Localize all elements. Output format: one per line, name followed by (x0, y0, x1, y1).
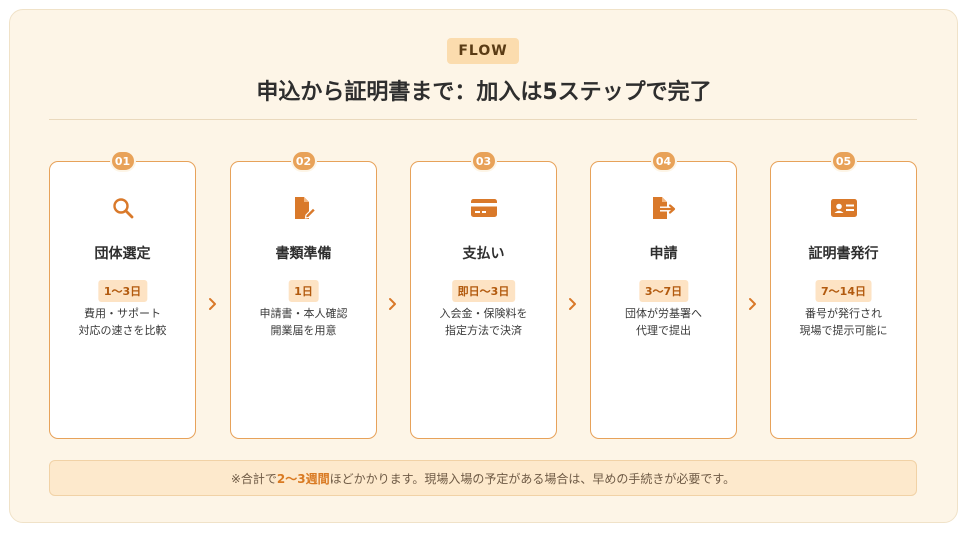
step-description-line: 対応の速さを比較 (78, 324, 167, 337)
id-card-icon (830, 194, 858, 222)
step-description-line: 指定方法で決済 (445, 324, 522, 337)
step-duration-badge: 即日〜3日 (451, 280, 516, 302)
total-time-note: ※合計で 2〜3週間 ほどかかります。現場入場の予定がある場合は、早めの手続きが… (49, 460, 917, 496)
step-description: 団体が労基署へ 代理で提出 (591, 305, 736, 339)
step-duration-badge: 7〜14日 (815, 280, 872, 302)
document-edit-icon (290, 194, 318, 222)
step-number: 02 (290, 150, 317, 172)
search-icon (109, 194, 137, 222)
step-duration-badge: 3〜7日 (638, 280, 689, 302)
file-export-icon (650, 194, 678, 222)
step-description: 入会金・保険料を 指定方法で決済 (411, 305, 556, 339)
chevron-right-icon (747, 296, 759, 312)
step-description-line: 申請書・本人確認 (259, 307, 348, 320)
note-highlight: 2〜3週間 (276, 471, 330, 486)
step-card-1: 01 団体選定 1〜3日 費用・サポート 対応の速さを比較 (49, 150, 196, 439)
step-description-line: 現場で提示可能に (799, 324, 888, 337)
step-card-5: 05 証明書発行 7〜14日 番号が発行され 現場で提示可能に (770, 150, 917, 439)
chevron-right-icon (567, 296, 579, 312)
step-card-3: 03 支払い 即日〜3日 入会金・保険料を 指定方法で決済 (410, 150, 557, 439)
chevron-right-icon (207, 296, 219, 312)
divider (49, 119, 917, 120)
note-suffix: ほどかかります。現場入場の予定がある場合は、早めの手続きが必要です。 (329, 471, 736, 486)
step-number: 04 (650, 150, 677, 172)
step-description-line: 団体が労基署へ (625, 307, 702, 320)
step-description: 費用・サポート 対応の速さを比較 (50, 305, 195, 339)
step-description-line: 開業届を用意 (270, 324, 337, 337)
note-prefix: ※合計で (230, 471, 277, 486)
step-description-line: 番号が発行され (805, 307, 882, 320)
step-description: 番号が発行され 現場で提示可能に (771, 305, 916, 339)
step-number: 01 (109, 150, 136, 172)
step-number: 05 (830, 150, 857, 172)
step-number: 03 (470, 150, 497, 172)
step-duration-badge: 1〜3日 (97, 280, 148, 302)
credit-card-icon (470, 194, 498, 222)
step-description-line: 代理で提出 (636, 324, 691, 337)
step-title: 支払い (462, 246, 505, 262)
step-card-4: 04 申請 3〜7日 団体が労基署へ 代理で提出 (590, 150, 737, 439)
step-description: 申請書・本人確認 開業届を用意 (231, 305, 376, 339)
step-title: 申請 (649, 246, 678, 262)
step-title: 書類準備 (275, 246, 332, 262)
step-title: 団体選定 (94, 246, 151, 262)
flow-badge: FLOW (447, 38, 519, 64)
step-description-line: 費用・サポート (84, 307, 161, 320)
chevron-right-icon (387, 296, 399, 312)
step-duration-badge: 1日 (288, 280, 319, 302)
step-title: 証明書発行 (808, 246, 879, 262)
page-title: 申込から証明書まで：加入は5ステップで完了 (256, 80, 712, 105)
step-card-2: 02 書類準備 1日 申請書・本人確認 開業届を用意 (230, 150, 377, 439)
step-description-line: 入会金・保険料を (439, 307, 528, 320)
